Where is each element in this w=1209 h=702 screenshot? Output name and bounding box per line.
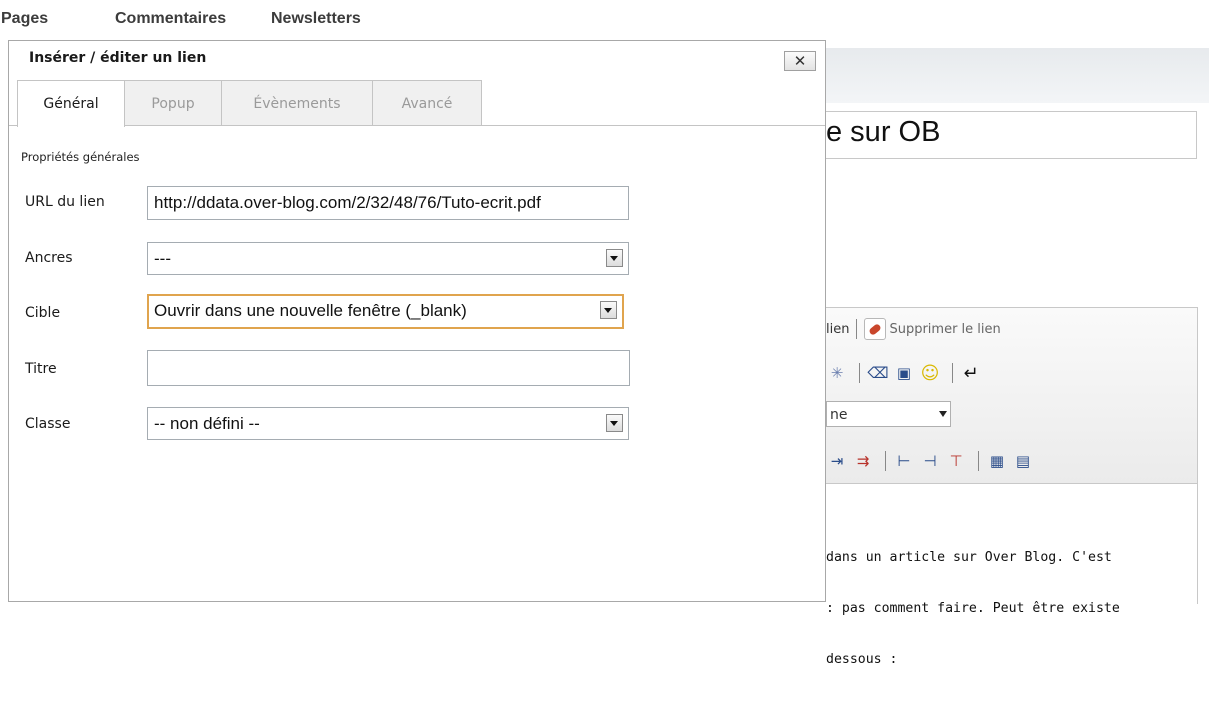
close-button[interactable]: ✕	[784, 51, 816, 71]
unlink-icon[interactable]	[864, 318, 887, 340]
anchors-label: Ancres	[25, 250, 73, 266]
link-dialog: Insérer / éditer un lien ✕ Général Popup…	[8, 40, 826, 602]
toolbar-separator	[978, 451, 979, 471]
editor-header-bar	[826, 48, 1209, 103]
section-title: Propriétés générales	[21, 150, 140, 164]
content-line: dans un article sur Over Blog. C'est	[826, 550, 1112, 565]
insert-link-button[interactable]: lien	[826, 322, 849, 337]
chevron-down-icon	[606, 249, 623, 267]
url-label: URL du lien	[25, 194, 105, 210]
article-title-text: e sur OB	[826, 116, 941, 148]
toolbar-separator	[885, 451, 886, 471]
nav-commentaires[interactable]: Commentaires	[115, 10, 226, 28]
class-select[interactable]: -- non défini --	[147, 407, 629, 440]
top-nav: Pages Commentaires Newsletters	[0, 0, 1209, 40]
insert-col-before-icon[interactable]: ⊢	[893, 450, 915, 472]
toolbar-separator	[859, 363, 860, 383]
insert-col-after-icon[interactable]: ⊣	[919, 450, 941, 472]
nav-newsletters[interactable]: Newsletters	[271, 10, 361, 28]
chevron-down-icon	[606, 414, 623, 432]
chevron-down-icon	[939, 411, 947, 417]
smiley-icon[interactable]: ☺	[919, 362, 941, 384]
eraser-icon[interactable]: ⌫	[867, 362, 889, 384]
tab-divider	[9, 125, 825, 126]
insert-row-after-icon[interactable]: ⇥	[826, 450, 848, 472]
toolbar-row-1: lien Supprimer le lien	[826, 315, 1001, 343]
cell-props-icon[interactable]: ▤	[1012, 450, 1034, 472]
title-label: Titre	[25, 361, 57, 377]
format-select[interactable]: ne	[826, 401, 951, 427]
title-input[interactable]	[147, 350, 630, 386]
target-select[interactable]: Ouvrir dans une nouvelle fenêtre (_blank…	[147, 294, 624, 329]
rich-text-editor: lien Supprimer le lien ✳ ⌫ ▣ ☺ ↵ ne ⇥ ⇉ …	[826, 307, 1198, 667]
remove-link-button[interactable]: Supprimer le lien	[889, 322, 1000, 337]
content-line: : pas comment faire. Peut être existe	[826, 601, 1120, 616]
class-value: -- non défini --	[154, 414, 260, 433]
toolbar-separator	[856, 319, 858, 339]
content-line: dessous :	[826, 652, 898, 667]
editor-content[interactable]: dans un article sur Over Blog. C'est : p…	[826, 515, 1120, 702]
toolbar-row-4: ⇥ ⇉ ⊢ ⊣ ⊤ ▦ ▤	[826, 447, 1038, 475]
article-title-field[interactable]: e sur OB	[826, 111, 1197, 159]
tab-evenements[interactable]: Évènements	[221, 80, 373, 126]
delete-row-icon[interactable]: ⇉	[852, 450, 874, 472]
toolbar-row-2: ✳ ⌫ ▣ ☺ ↵	[826, 359, 986, 387]
tab-avance[interactable]: Avancé	[372, 80, 482, 126]
anchors-value: ---	[154, 249, 171, 268]
toolbar-row-3: ne	[826, 400, 951, 428]
dialog-title: Insérer / éditer un lien	[29, 50, 207, 66]
editor-toolbar: lien Supprimer le lien ✳ ⌫ ▣ ☺ ↵ ne ⇥ ⇉ …	[826, 308, 1197, 484]
chevron-down-icon	[600, 301, 617, 319]
target-value: Ouvrir dans une nouvelle fenêtre (_blank…	[154, 301, 467, 320]
line-break-icon[interactable]: ↵	[960, 362, 982, 384]
nav-pages[interactable]: Pages	[1, 10, 48, 28]
special-char-icon[interactable]: ✳	[826, 362, 848, 384]
media-icon[interactable]: ▣	[893, 362, 915, 384]
tab-general[interactable]: Général	[17, 80, 125, 127]
target-label: Cible	[25, 305, 61, 321]
tab-popup[interactable]: Popup	[124, 80, 222, 126]
url-input[interactable]: http://ddata.over-blog.com/2/32/48/76/Tu…	[147, 186, 629, 220]
delete-col-icon[interactable]: ⊤	[945, 450, 967, 472]
class-label: Classe	[25, 416, 71, 432]
table-icon[interactable]: ▦	[986, 450, 1008, 472]
anchors-select[interactable]: ---	[147, 242, 629, 275]
toolbar-separator	[952, 363, 953, 383]
format-select-value: ne	[830, 407, 848, 423]
close-icon: ✕	[793, 52, 807, 70]
